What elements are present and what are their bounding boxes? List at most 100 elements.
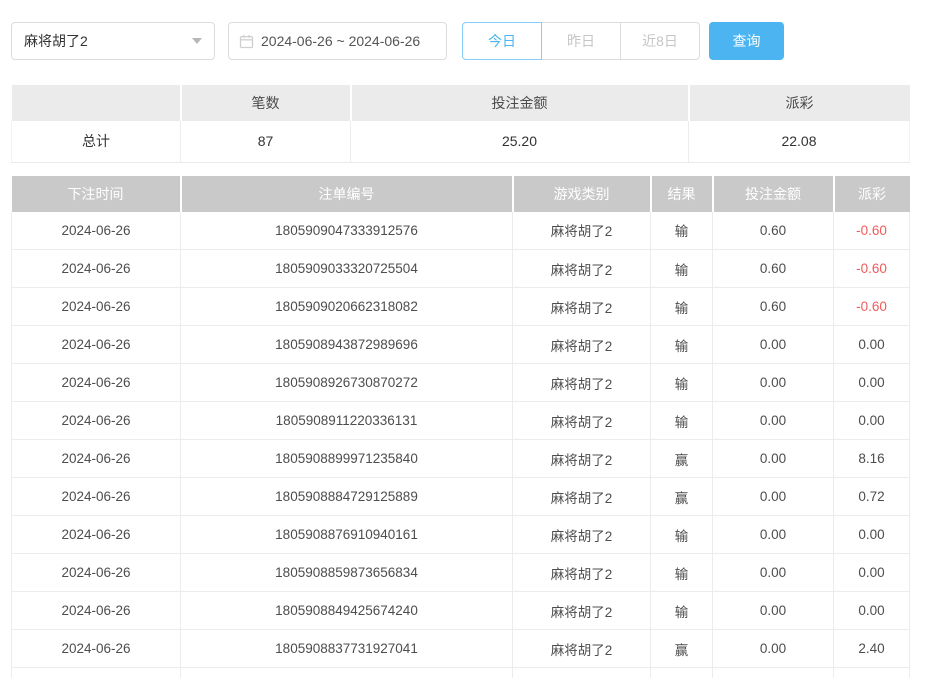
quick-filter-group: 今日昨日近8日 xyxy=(462,22,700,60)
game-type-cell: 麻将胡了2 xyxy=(513,402,651,440)
table-row: 2024-06-261805909033320725504麻将胡了2输0.60-… xyxy=(12,250,910,288)
col-header-bet-amount: 投注金额 xyxy=(713,176,834,212)
result-cell: 赢 xyxy=(651,630,713,668)
payout-cell: 8.16 xyxy=(834,440,910,478)
game-type-cell: 麻将胡了2 xyxy=(513,554,651,592)
bet-time-cell: 2024-06-26 xyxy=(12,554,181,592)
query-button[interactable]: 查询 xyxy=(709,22,784,60)
summary-total-row: 总计 87 25.20 22.08 xyxy=(12,121,910,162)
col-header-result: 结果 xyxy=(651,176,713,212)
calendar-icon xyxy=(239,34,254,49)
col-header-order-id: 注单编号 xyxy=(181,176,513,212)
total-payout: 22.08 xyxy=(689,121,910,162)
table-row: 2024-06-261805908859873656834麻将胡了2输0.000… xyxy=(12,554,910,592)
bet-time-cell: 2024-06-26 xyxy=(12,516,181,554)
game-type-cell: 麻将胡了2 xyxy=(513,288,651,326)
bet-time-cell: 2024-06-26 xyxy=(12,326,181,364)
result-cell: 赢 xyxy=(651,440,713,478)
quick-filter-yesterday-button[interactable]: 昨日 xyxy=(541,22,621,60)
table-row: 2024-06-261805909047333912576麻将胡了2输0.60-… xyxy=(12,212,910,250)
result-cell: 输 xyxy=(651,288,713,326)
game-select-value: 麻将胡了2 xyxy=(24,31,88,51)
game-type-cell: 麻将胡了2 xyxy=(513,440,651,478)
empty-cell xyxy=(713,668,834,678)
quick-filter-last8days-button[interactable]: 近8日 xyxy=(620,22,700,60)
game-type-cell: 麻将胡了2 xyxy=(513,212,651,250)
summary-table: 笔数 投注金额 派彩 总计 87 25.20 22.08 xyxy=(11,85,910,163)
bet-amount-cell: 0.60 xyxy=(713,288,834,326)
bet-amount-cell: 0.00 xyxy=(713,326,834,364)
summary-header-payout: 派彩 xyxy=(689,85,910,121)
quick-filter-today-button[interactable]: 今日 xyxy=(462,22,542,60)
result-cell: 输 xyxy=(651,592,713,630)
summary-header-blank xyxy=(12,85,181,121)
total-bet-amount: 25.20 xyxy=(351,121,689,162)
result-cell: 输 xyxy=(651,250,713,288)
bet-time-cell: 2024-06-26 xyxy=(12,630,181,668)
game-type-cell: 麻将胡了2 xyxy=(513,630,651,668)
payout-cell: 0.00 xyxy=(834,592,910,630)
bet-amount-cell: 0.00 xyxy=(713,478,834,516)
order-id-cell: 1805908837731927041 xyxy=(181,630,513,668)
result-cell: 赢 xyxy=(651,478,713,516)
col-header-payout: 派彩 xyxy=(834,176,910,212)
bet-amount-cell: 0.60 xyxy=(713,212,834,250)
payout-cell: 0.00 xyxy=(834,402,910,440)
result-cell: 输 xyxy=(651,516,713,554)
result-cell: 输 xyxy=(651,364,713,402)
game-type-cell: 麻将胡了2 xyxy=(513,326,651,364)
detail-table: 下注时间 注单编号 游戏类别 结果 投注金额 派彩 2024-06-261805… xyxy=(11,176,910,678)
summary-header-row: 笔数 投注金额 派彩 xyxy=(12,85,910,121)
result-cell: 输 xyxy=(651,554,713,592)
detail-table-body: 2024-06-261805909047333912576麻将胡了2输0.60-… xyxy=(12,212,910,678)
table-row: 2024-06-261805908884729125889麻将胡了2赢0.000… xyxy=(12,478,910,516)
col-header-game-type: 游戏类别 xyxy=(513,176,651,212)
payout-cell: 0.00 xyxy=(834,554,910,592)
bet-amount-cell: 0.00 xyxy=(713,554,834,592)
table-row: 2024-06-261805908926730870272麻将胡了2输0.000… xyxy=(12,364,910,402)
summary-header-bet-amount: 投注金额 xyxy=(351,85,689,121)
table-row: 2024-06-261805908849425674240麻将胡了2输0.000… xyxy=(12,592,910,630)
bet-time-cell: 2024-06-26 xyxy=(12,288,181,326)
bet-time-cell: 2024-06-26 xyxy=(12,364,181,402)
col-header-bet-time: 下注时间 xyxy=(12,176,181,212)
bet-amount-cell: 0.60 xyxy=(713,250,834,288)
table-row-partial xyxy=(12,668,910,678)
bet-time-cell: 2024-06-26 xyxy=(12,402,181,440)
order-id-cell: 1805908926730870272 xyxy=(181,364,513,402)
total-label: 总计 xyxy=(12,121,181,162)
summary-header-count: 笔数 xyxy=(181,85,351,121)
bet-time-cell: 2024-06-26 xyxy=(12,250,181,288)
order-id-cell: 1805908943872989696 xyxy=(181,326,513,364)
date-range-input[interactable]: 2024-06-26 ~ 2024-06-26 xyxy=(228,22,447,60)
result-cell: 输 xyxy=(651,402,713,440)
payout-cell: 0.00 xyxy=(834,516,910,554)
empty-cell xyxy=(513,668,651,678)
game-type-cell: 麻将胡了2 xyxy=(513,592,651,630)
result-cell: 输 xyxy=(651,326,713,364)
payout-cell: -0.60 xyxy=(834,288,910,326)
bet-time-cell: 2024-06-26 xyxy=(12,478,181,516)
game-select[interactable]: 麻将胡了2 xyxy=(11,22,215,60)
order-id-cell: 1805909020662318082 xyxy=(181,288,513,326)
empty-cell xyxy=(651,668,713,678)
game-type-cell: 麻将胡了2 xyxy=(513,250,651,288)
payout-cell: 0.00 xyxy=(834,326,910,364)
table-row: 2024-06-261805908943872989696麻将胡了2输0.000… xyxy=(12,326,910,364)
bet-amount-cell: 0.00 xyxy=(713,440,834,478)
query-toolbar: 麻将胡了2 2024-06-26 ~ 2024-06-26 今日昨日近8日 查询 xyxy=(11,22,944,60)
order-id-cell: 1805909033320725504 xyxy=(181,250,513,288)
chevron-down-icon xyxy=(192,38,202,44)
payout-cell: 2.40 xyxy=(834,630,910,668)
total-count: 87 xyxy=(181,121,351,162)
bet-amount-cell: 0.00 xyxy=(713,364,834,402)
bet-time-cell: 2024-06-26 xyxy=(12,212,181,250)
bet-amount-cell: 0.00 xyxy=(713,592,834,630)
game-type-cell: 麻将胡了2 xyxy=(513,478,651,516)
order-id-cell: 1805908859873656834 xyxy=(181,554,513,592)
table-row: 2024-06-261805908899971235840麻将胡了2赢0.008… xyxy=(12,440,910,478)
table-row: 2024-06-261805909020662318082麻将胡了2输0.60-… xyxy=(12,288,910,326)
table-row: 2024-06-261805908911220336131麻将胡了2输0.000… xyxy=(12,402,910,440)
bet-time-cell: 2024-06-26 xyxy=(12,440,181,478)
payout-cell: -0.60 xyxy=(834,212,910,250)
